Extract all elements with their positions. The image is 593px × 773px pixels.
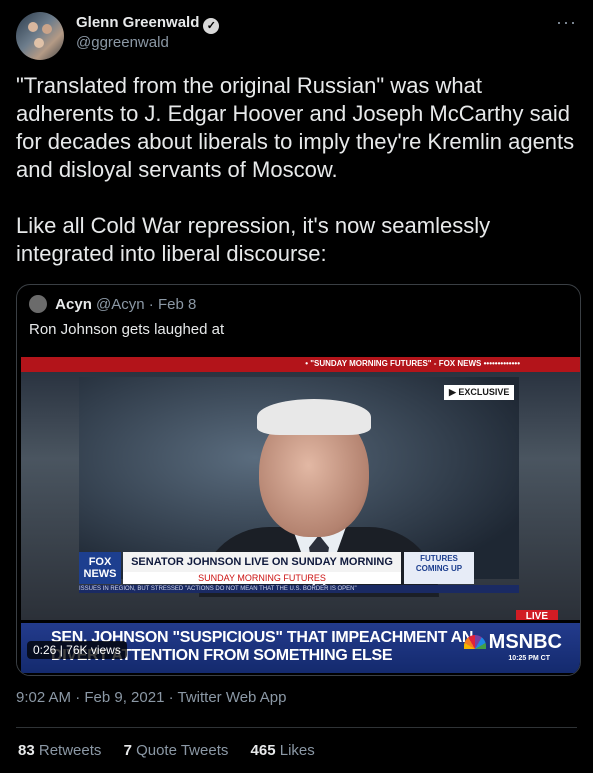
peacock-icon xyxy=(463,635,486,649)
quoted-author-avatar[interactable] xyxy=(29,295,47,313)
quoted-tweet-header: Acyn @Acyn · Feb 8 xyxy=(29,295,196,313)
futures-badge: FUTURES COMING UP xyxy=(404,552,474,584)
author-avatar[interactable] xyxy=(16,12,64,60)
retweets-label[interactable]: Retweets xyxy=(39,742,102,759)
msnbc-logo-text: MSNBC xyxy=(488,631,562,653)
quote-tweets-stat[interactable]: 7 Quote Tweets xyxy=(124,742,229,759)
quote-tweets-count[interactable]: 7 xyxy=(124,742,132,759)
fox-chyron-sub: SUNDAY MORNING FUTURES xyxy=(123,572,401,584)
author-handle[interactable]: @ggreenwald xyxy=(76,34,169,51)
person-hair xyxy=(257,399,371,435)
video-player[interactable]: • "SUNDAY MORNING FUTURES" - FOX NEWS ••… xyxy=(17,355,580,675)
more-options-icon[interactable]: ··· xyxy=(556,12,577,33)
quoted-tweet[interactable]: Acyn @Acyn · Feb 8 Ron Johnson gets laug… xyxy=(16,284,581,676)
tweet-timestamp[interactable]: 9:02 AM · Feb 9, 2021 · Twitter Web App xyxy=(16,689,286,706)
author-name-text[interactable]: Glenn Greenwald xyxy=(76,14,199,31)
likes-label[interactable]: Likes xyxy=(280,742,315,759)
quote-tweets-label[interactable]: Quote Tweets xyxy=(136,742,228,759)
fox-chyron: SENATOR JOHNSON LIVE ON SUNDAY MORNING F… xyxy=(123,552,401,588)
broadcast-clock: 10:25 PM CT xyxy=(508,655,550,662)
fox-lower-third: FOX NEWS SENATOR JOHNSON LIVE ON SUNDAY … xyxy=(79,552,519,593)
tweet-text: "Translated from the original Russian" w… xyxy=(16,72,581,296)
retweets-count[interactable]: 83 xyxy=(18,742,35,759)
stats-divider xyxy=(16,727,577,728)
video-top-banner-text: • "SUNDAY MORNING FUTURES" - FOX NEWS ••… xyxy=(305,359,520,368)
quoted-author-handle[interactable]: @Acyn xyxy=(96,296,145,313)
tweet-paragraph-2: Like all Cold War repression, it's now s… xyxy=(16,213,491,266)
msnbc-logo: MSNBC xyxy=(463,631,562,654)
quoted-text: Ron Johnson gets laughed at xyxy=(29,321,225,338)
video-top-banner: • "SUNDAY MORNING FUTURES" - FOX NEWS ••… xyxy=(21,357,580,372)
tweet-stats: 83 Retweets 7 Quote Tweets 465 Likes xyxy=(18,742,333,759)
fox-ticker: ISSUES IN REGION, BUT STRESSED "ACTIONS … xyxy=(79,585,519,593)
video-studio-background: ▶ EXCLUSIVE xyxy=(79,377,519,597)
author-name[interactable]: Glenn Greenwald ✓ xyxy=(76,14,220,34)
live-badge: LIVE xyxy=(515,610,558,620)
tweet-paragraph-1: "Translated from the original Russian" w… xyxy=(16,73,575,182)
video-duration-views: 0:26 | 76K views xyxy=(27,641,127,659)
verified-badge-icon: ✓ xyxy=(203,18,220,34)
tweet-header: Glenn Greenwald ✓ @ggreenwald ··· xyxy=(16,12,577,62)
video-frame: ▶ EXCLUSIVE FOX NEWS SENATOR JOHNSON LIV… xyxy=(21,372,580,620)
likes-stat[interactable]: 465 Likes xyxy=(251,742,315,759)
quoted-author-name[interactable]: Acyn xyxy=(55,296,92,313)
likes-count[interactable]: 465 xyxy=(251,742,276,759)
retweets-stat[interactable]: 83 Retweets xyxy=(18,742,101,759)
quoted-date[interactable]: · Feb 8 xyxy=(149,296,197,313)
fox-news-logo: FOX NEWS xyxy=(79,552,121,584)
exclusive-badge: ▶ EXCLUSIVE xyxy=(444,385,515,400)
